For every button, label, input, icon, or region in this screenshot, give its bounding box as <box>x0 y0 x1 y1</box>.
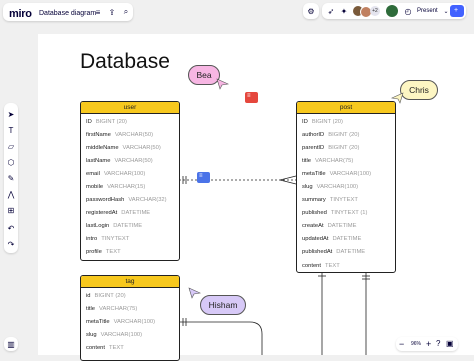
table-row[interactable]: ID BIGINT (20) <box>81 115 179 128</box>
pen-icon[interactable]: ✎ <box>4 171 18 185</box>
comment-icon: ≡ <box>199 173 203 179</box>
left-toolbar: ➤ T ▱ ⬡ ✎ ⋀ ⊞ ↶ ↷ <box>4 103 18 253</box>
panel-toggle[interactable]: ▥ <box>4 337 18 351</box>
table-row[interactable]: email VARCHAR(100) <box>81 167 179 180</box>
cursor-pointer-icon <box>390 92 404 104</box>
zoom-controls: − 96% + ? ▣ <box>396 337 458 351</box>
table-row[interactable]: metaTitle VARCHAR(100) <box>81 315 179 328</box>
table-row[interactable]: ID BIGINT (20) <box>297 115 395 128</box>
table-row[interactable]: middleName VARCHAR(50) <box>81 141 179 154</box>
table-row[interactable]: slug VARCHAR(100) <box>297 180 395 193</box>
table-row[interactable]: updatedAt DATETIME <box>297 233 395 246</box>
table-header: post <box>297 102 395 114</box>
table-row[interactable]: title VARCHAR(75) <box>81 302 179 315</box>
zoom-level[interactable]: 96% <box>411 337 421 351</box>
table-row[interactable]: content TEXT <box>297 259 395 272</box>
comment-marker[interactable]: ≡ <box>245 92 258 103</box>
table-row[interactable]: lastLogin DATETIME <box>81 220 179 233</box>
table-row[interactable]: summary TINYTEXT <box>297 194 395 207</box>
table-row[interactable]: intro TINYTEXT <box>81 233 179 246</box>
table-row[interactable]: content TEXT <box>81 341 179 354</box>
sticky-note-icon[interactable]: ▱ <box>4 139 18 153</box>
comment-icon: ≡ <box>247 93 251 99</box>
table-tag[interactable]: tag id BIGINT (20) title VARCHAR(75) metaT… <box>80 275 180 361</box>
minimap-icon[interactable]: ▣ <box>446 337 454 351</box>
table-header: tag <box>81 276 179 288</box>
table-row[interactable]: profile TEXT <box>81 246 179 259</box>
table-row[interactable]: id BIGINT (20) <box>81 289 179 302</box>
sticker-hisham[interactable]: Hisham <box>200 295 246 315</box>
table-row[interactable]: published TINYTEXT (1) <box>297 207 395 220</box>
table-row[interactable]: parentID BIGINT (20) <box>297 141 395 154</box>
sidebar-panel-icon: ▥ <box>7 339 15 349</box>
table-row[interactable]: slug VARCHAR(100) <box>81 328 179 341</box>
shapes-icon[interactable]: ⬡ <box>4 155 18 169</box>
table-row[interactable]: publishedAt DATETIME <box>297 246 395 259</box>
select-icon[interactable]: ➤ <box>4 107 18 121</box>
table-row[interactable]: lastName VARCHAR(50) <box>81 154 179 167</box>
cursor-pointer-icon <box>188 287 202 299</box>
help-icon[interactable]: ? <box>436 337 440 351</box>
table-row[interactable]: title VARCHAR(75) <box>297 154 395 167</box>
table-row[interactable]: metaTitle VARCHAR(100) <box>297 167 395 180</box>
zoom-in-button[interactable]: + <box>426 337 431 351</box>
table-header: user <box>81 102 179 114</box>
comment-marker[interactable]: ≡ <box>197 172 210 183</box>
cursor-pointer-icon <box>216 78 230 90</box>
table-row[interactable]: firstName VARCHAR(50) <box>81 128 179 141</box>
table-row[interactable]: passwordHash VARCHAR(32) <box>81 194 179 207</box>
redo-icon[interactable]: ↷ <box>4 237 18 251</box>
text-icon[interactable]: T <box>4 123 18 137</box>
connector-icon[interactable]: ⋀ <box>4 187 18 201</box>
table-row[interactable]: registeredAt DATETIME <box>81 207 179 220</box>
table-row[interactable]: authorID BIGINT (20) <box>297 128 395 141</box>
zoom-out-button[interactable]: − <box>399 337 404 351</box>
table-user[interactable]: user ID BIGINT (20) firstName VARCHAR(50) … <box>80 101 180 261</box>
sticker-chris[interactable]: Chris <box>400 80 438 100</box>
table-post[interactable]: post ID BIGINT (20) authorID BIGINT (20) p… <box>296 101 396 273</box>
add-icon[interactable]: ⊞ <box>4 203 18 217</box>
table-row[interactable]: createAt DATETIME <box>297 220 395 233</box>
table-row[interactable]: mobile VARCHAR(15) <box>81 180 179 193</box>
undo-icon[interactable]: ↶ <box>4 221 18 235</box>
